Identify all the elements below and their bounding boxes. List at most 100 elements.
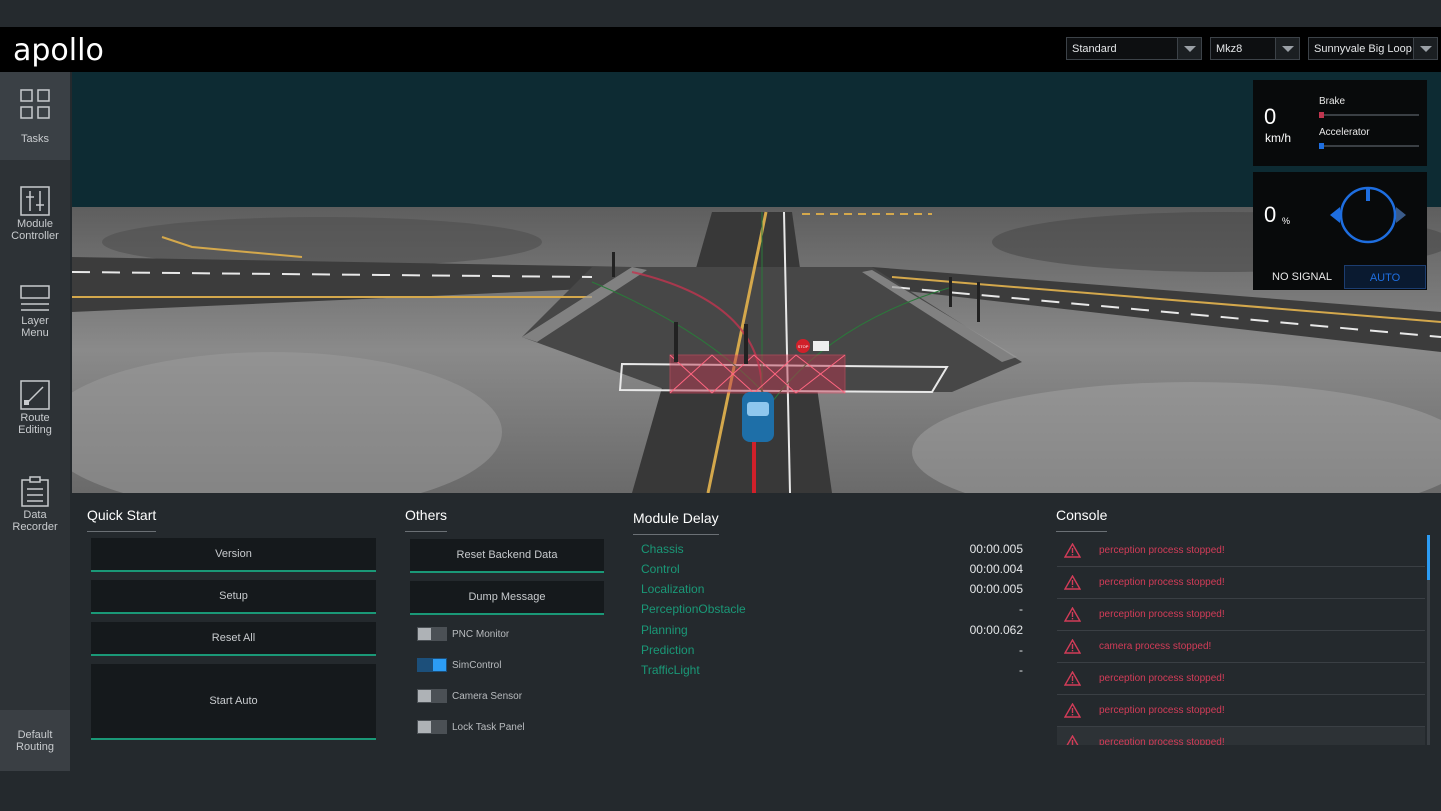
toggle-knob: [418, 628, 431, 640]
toggle-knob: [433, 659, 446, 671]
default-routing-button[interactable]: Default Routing: [0, 710, 70, 771]
sidebar-item-label: Module: [16, 218, 54, 230]
signal-status: NO SIGNAL: [1272, 271, 1332, 283]
module-delay-title: Module Delay: [633, 510, 719, 535]
chevron-down-icon[interactable]: [1413, 38, 1437, 59]
module-delay-row: PerceptionObstacle -: [641, 602, 1023, 620]
tasks-grid-icon: [20, 89, 50, 119]
map-select[interactable]: Sunnyvale Big Loop: [1308, 37, 1438, 60]
sidebar-item-route-editing[interactable]: Route Editing: [0, 363, 70, 451]
accelerator-label: Accelerator: [1319, 127, 1370, 138]
vehicle-select-value: Mkz8: [1216, 43, 1243, 55]
setup-button[interactable]: Setup: [91, 580, 376, 614]
console-message: perception process stopped!: [1057, 663, 1425, 695]
mode-select-value: Standard: [1072, 43, 1117, 55]
console-message-text: perception process stopped!: [1099, 545, 1225, 556]
toggle-knob: [418, 721, 431, 733]
toggle-knob: [418, 690, 431, 702]
module-delay-value: -: [1019, 663, 1023, 677]
sidebar-item-tasks[interactable]: Tasks: [0, 72, 70, 160]
vehicle-select[interactable]: Mkz8: [1210, 37, 1300, 60]
speed-value: 0: [1264, 104, 1277, 129]
console-list[interactable]: perception process stopped! perception p…: [1055, 535, 1427, 745]
simcontrol-toggle[interactable]: [417, 658, 447, 672]
module-name: Chassis: [641, 542, 684, 556]
sidebar-item-label: Menu: [21, 327, 49, 339]
module-delay-value: 00:00.062: [969, 623, 1023, 637]
console-message: perception process stopped!: [1057, 695, 1425, 727]
layer-menu-icon: [20, 285, 50, 311]
camera-sensor-toggle[interactable]: [417, 689, 447, 703]
sidebar-item-label: Route: [20, 412, 50, 424]
module-delay-value: 00:00.004: [969, 562, 1023, 576]
warning-icon: [1066, 735, 1079, 745]
mode-select[interactable]: Standard: [1066, 37, 1202, 60]
dump-message-button[interactable]: Dump Message: [410, 581, 604, 615]
apollo-logo: apollo: [13, 33, 104, 68]
sidebar-item-data-recorder[interactable]: Data Recorder: [0, 460, 70, 548]
warning-icon: [1064, 575, 1081, 590]
sidebar: Tasks Module Controller Layer Menu Route…: [0, 72, 70, 771]
module-delay-row: Control 00:00.004: [641, 562, 1023, 580]
console-scrollbar-thumb[interactable]: [1427, 535, 1430, 580]
default-routing-label: Routing: [16, 741, 54, 753]
chevron-down-icon[interactable]: [1177, 38, 1201, 59]
sidebar-item-label: Layer: [21, 315, 49, 327]
module-name: Prediction: [641, 643, 695, 657]
console-message-text: perception process stopped!: [1099, 737, 1225, 745]
sidebar-item-label: Editing: [18, 424, 52, 436]
sidebar-item-label: Controller: [11, 230, 59, 242]
toggle-label: Camera Sensor: [452, 691, 523, 702]
default-routing-label: Default: [17, 729, 53, 741]
module-delay-value: 00:00.005: [969, 542, 1023, 556]
module-name: TrafficLight: [641, 663, 700, 677]
warning-icon: [1064, 607, 1081, 622]
drive-mode-badge: AUTO: [1344, 265, 1426, 289]
brake-bar: [1319, 112, 1419, 118]
quick-start-title: Quick Start: [87, 507, 157, 532]
toggle-label: Lock Task Panel: [452, 722, 525, 733]
header-bar: apollo Standard Mkz8 Sunnyvale Big Loop: [0, 27, 1441, 72]
reset-backend-data-button[interactable]: Reset Backend Data: [410, 539, 604, 573]
module-name: Control: [641, 562, 680, 576]
window-top-strip: [0, 0, 1441, 27]
steering-value: 0: [1264, 202, 1277, 227]
warning-icon: [1064, 671, 1081, 686]
module-delay-row: TrafficLight -: [641, 663, 1023, 681]
module-name: Planning: [641, 623, 688, 637]
console-title: Console: [1056, 507, 1108, 532]
console-message-text: perception process stopped!: [1099, 673, 1225, 684]
module-delay-value: -: [1019, 643, 1023, 657]
accelerator-bar-marker: [1319, 143, 1324, 149]
reset-all-button[interactable]: Reset All: [91, 622, 376, 656]
chevron-down-icon[interactable]: [1275, 38, 1299, 59]
simulation-scene[interactable]: STOP: [72, 72, 1441, 493]
warning-icon: [1064, 703, 1081, 718]
accelerator-bar: [1319, 143, 1419, 149]
module-controller-icon: [20, 186, 50, 216]
warning-icon: [1064, 639, 1081, 654]
sidebar-item-label: Tasks: [20, 133, 50, 145]
speed-panel: 0 km/h Brake Accelerator: [1253, 80, 1427, 166]
console-message-text: perception process stopped!: [1099, 705, 1225, 716]
sidebar-item-layer-menu[interactable]: Layer Menu: [0, 266, 70, 354]
lock-task-panel-toggle[interactable]: [417, 720, 447, 734]
brake-bar-marker: [1319, 112, 1324, 118]
pnc-monitor-toggle[interactable]: [417, 627, 447, 641]
console-message-text: perception process stopped!: [1099, 577, 1225, 588]
module-delay-value: 00:00.005: [969, 582, 1023, 596]
module-name: Localization: [641, 582, 705, 596]
console-message-text: camera process stopped!: [1099, 641, 1212, 652]
toggle-label: PNC Monitor: [452, 629, 510, 640]
version-button[interactable]: Version: [91, 538, 376, 572]
console-message: perception process stopped!: [1057, 535, 1425, 567]
route-editing-icon: [20, 380, 50, 410]
scene-canvas: STOP: [72, 72, 1441, 493]
clipboard-icon: [21, 476, 49, 507]
module-delay-row: Planning 00:00.062: [641, 623, 1023, 641]
start-auto-button[interactable]: Start Auto: [91, 664, 376, 740]
sidebar-item-module-controller[interactable]: Module Controller: [0, 169, 70, 257]
console-message: perception process stopped!: [1057, 567, 1425, 599]
toggle-label: SimControl: [452, 660, 502, 671]
sidebar-item-label: Recorder: [12, 521, 58, 533]
